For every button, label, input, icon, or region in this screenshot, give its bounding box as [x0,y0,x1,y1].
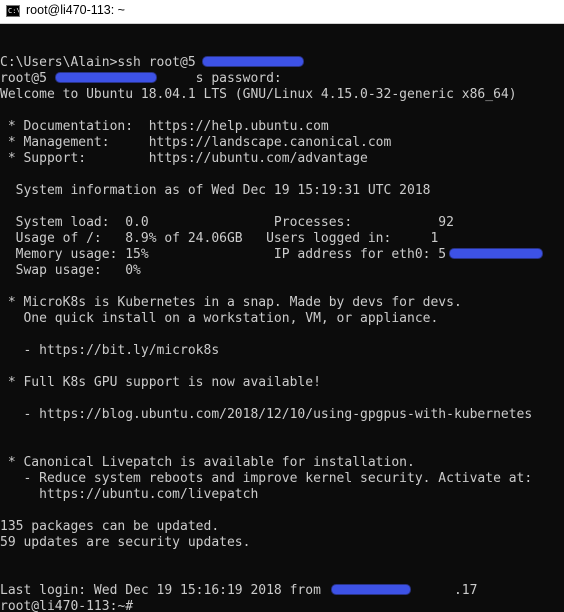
terminal-line: Welcome to Ubuntu 18.04.1 LTS (GNU/Linux… [0,87,517,102]
terminal-output[interactable]: C:\Users\Alain>ssh root@5 root@5 s passwo… [0,24,564,612]
terminal-line: C:\Users\Alain>ssh root@5 [0,55,564,71]
terminal-icon: C:\ [6,5,20,17]
terminal-line: One quick install on a workstation, VM, … [0,311,439,326]
terminal-line: - Reduce system reboots and improve kern… [0,471,533,486]
terminal-line: - https://bit.ly/microk8s [0,343,220,358]
terminal-line: System information as of Wed Dec 19 15:1… [0,183,431,198]
terminal-line: https://ubuntu.com/livepatch [0,487,259,502]
terminal-line: * Full K8s GPU support is now available! [0,375,321,390]
terminal-line: Usage of /: 8.9% of 24.06GB Users logged… [0,231,439,246]
window-titlebar[interactable]: C:\ root@li470-113: ~ [0,0,564,24]
terminal-line: * Management: https://landscape.canonica… [0,135,392,150]
terminal-line: Memory usage: 15% IP address for eth0: 5 [0,247,564,263]
terminal-line: Swap usage: 0% [0,263,141,278]
terminal-line: - https://blog.ubuntu.com/2018/12/10/usi… [0,407,533,422]
redaction-mark [450,249,542,258]
terminal-line: root@5 s password: [0,71,282,86]
terminal-line: * Documentation: https://help.ubuntu.com [0,119,329,134]
terminal-line: * MicroK8s is Kubernetes in a snap. Made… [0,295,462,310]
window-title: root@li470-113: ~ [26,3,125,17]
terminal-line: Last login: Wed Dec 19 15:16:19 2018 fro… [0,583,478,598]
terminal-line: root@li470-113:~# [0,599,134,612]
terminal-line: 59 updates are security updates. [0,535,251,550]
redaction-mark [332,585,410,594]
terminal-lines: C:\Users\Alain>ssh root@5 root@5 s passwo… [0,39,564,612]
redaction-mark [56,73,156,82]
terminal-line: 135 packages can be updated. [0,519,220,534]
terminal-line: System load: 0.0 Processes: 92 [0,215,454,230]
terminal-line: * Canonical Livepatch is available for i… [0,455,415,470]
terminal-line: * Support: https://ubuntu.com/advantage [0,151,368,166]
redaction-mark [203,57,303,66]
